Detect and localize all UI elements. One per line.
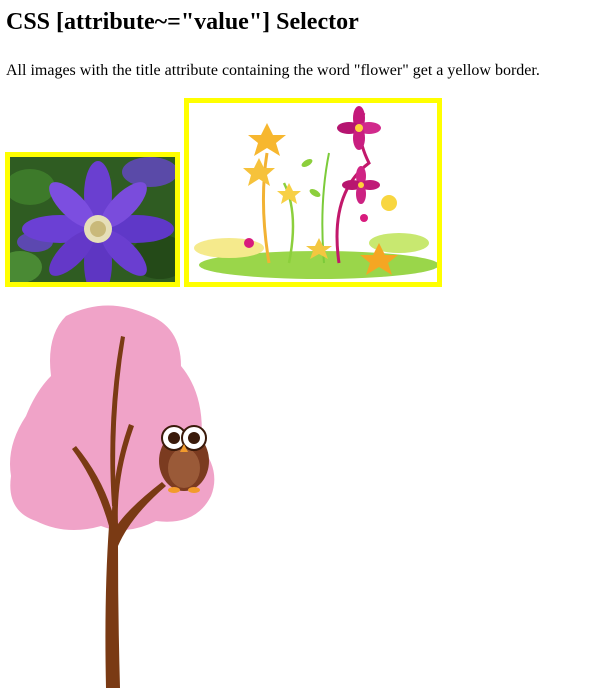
flower-garden-illustration-icon [184,98,442,287]
page-description: All images with the title attribute cont… [6,62,540,79]
pink-tree-owl-illustration-icon [6,296,226,688]
clematis-flower-photo-icon [5,152,180,287]
page-title: CSS [attribute~="value"] Selector [6,9,359,35]
page: CSS [attribute~="value"] Selector All im… [0,0,602,695]
